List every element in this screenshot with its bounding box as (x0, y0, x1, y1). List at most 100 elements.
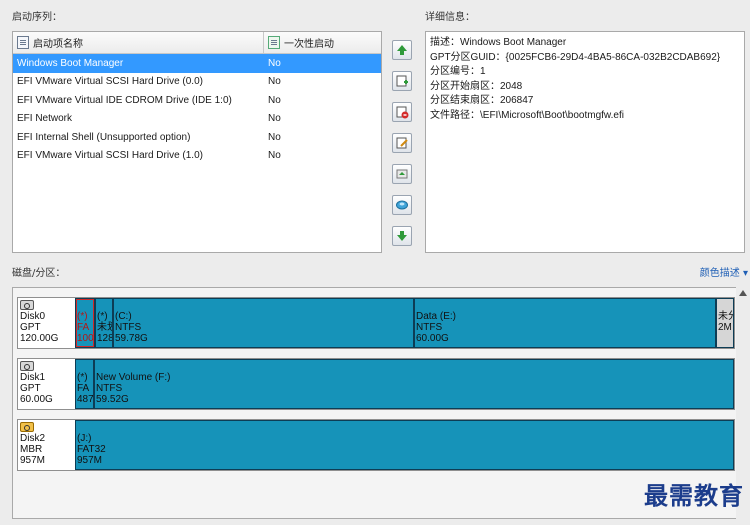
move-up-button[interactable] (392, 40, 412, 60)
partition-block[interactable]: New Volume (F:) NTFS 59.52G (94, 359, 734, 409)
boot-entry-list: 启动项名称 一次性启动 Windows Boot Manager No EFI … (12, 31, 382, 253)
details-section-label: 详细信息： (425, 12, 475, 23)
restore-button[interactable] (392, 195, 412, 215)
partition-size: 2M (718, 322, 732, 333)
column-header-name-label: 启动项名称 (33, 39, 83, 50)
partition-fs: NTFS (416, 322, 443, 333)
boot-entry-name: EFI Internal Shell (Unsupported option) (17, 131, 191, 143)
scroll-up-arrow-icon[interactable] (739, 290, 747, 296)
disk-icon (20, 361, 34, 371)
boot-entry-once: No (268, 76, 281, 88)
disk-row[interactable]: Disk1 GPT 60.00G (*) FA 487 New Volume (… (17, 358, 735, 410)
boot-entry-name: EFI VMware Virtual SCSI Hard Drive (0.0) (17, 76, 203, 88)
disk-label: Disk1 (20, 372, 46, 383)
partition-block[interactable]: (*) FA 487 (75, 359, 94, 409)
partition-name: (*) (77, 311, 88, 322)
delete-entry-button[interactable] (392, 102, 412, 122)
one-time-boot-icon (268, 36, 280, 49)
details-panel: 描述：Windows Boot Manager GPT分区GUID：{0025F… (425, 31, 745, 253)
disk-row[interactable]: Disk2 MBR 957M (J:) FAT32 957M (17, 419, 735, 471)
detail-end-sector: 分区结束扇区：206847 (430, 95, 534, 106)
disk-icon (20, 300, 34, 310)
usb-disk-icon (20, 422, 34, 432)
partition-name: (*) (77, 372, 88, 383)
boot-entry-once: No (268, 94, 281, 106)
partition-block[interactable]: (*) 未划 128 (95, 298, 113, 348)
boot-entry-once: No (268, 131, 281, 143)
boot-entry-once: No (268, 113, 281, 125)
boot-entry-row[interactable]: EFI Internal Shell (Unsupported option) … (13, 128, 381, 147)
disk-section-label: 磁盘/分区： (12, 268, 66, 279)
move-down-button[interactable] (392, 226, 412, 246)
column-header-once[interactable]: 一次性启动 (264, 32, 381, 53)
partition-fs: FA (77, 383, 90, 394)
delete-entry-icon (396, 106, 409, 119)
disk-row[interactable]: Disk0 GPT 120.00G (*) FA 100 (*) 未划 128 … (17, 297, 735, 349)
partition-block[interactable]: Data (E:) NTFS 60.00G (414, 298, 716, 348)
disk-type: MBR (20, 444, 43, 455)
partition-block[interactable]: 未分 2M (716, 298, 734, 348)
boot-entry-once: No (268, 150, 281, 162)
disk-map-panel: Disk0 GPT 120.00G (*) FA 100 (*) 未划 128 … (12, 287, 737, 519)
entry-list-icon (17, 36, 29, 49)
partition-size: 957M (77, 455, 103, 466)
backup-icon (396, 169, 408, 179)
boot-entry-name: Windows Boot Manager (17, 57, 124, 69)
disk-size: 60.00G (20, 394, 53, 405)
partition-name: New Volume (F:) (96, 372, 171, 383)
partition-name: (*) (97, 311, 108, 322)
disk-size: 957M (20, 455, 46, 466)
restore-icon (396, 200, 408, 210)
partition-block[interactable]: (*) FA 100 (75, 298, 95, 348)
disk-size: 120.00G (20, 333, 59, 344)
disk-type: GPT (20, 322, 41, 333)
partition-name: 未分 (718, 311, 733, 322)
add-entry-button[interactable] (392, 71, 412, 91)
partition-size: 487 (77, 394, 94, 405)
boot-list-header: 启动项名称 一次性启动 (13, 32, 381, 54)
move-up-icon (397, 45, 407, 55)
boot-entry-row[interactable]: EFI VMware Virtual SCSI Hard Drive (0.0)… (13, 73, 381, 92)
partition-size: 59.78G (115, 333, 148, 344)
boot-entry-name: EFI Network (17, 113, 73, 125)
partition-size: 128 (97, 333, 113, 344)
backup-button[interactable] (392, 164, 412, 184)
detail-file-path: 文件路径：\EFI\Microsoft\Boot\bootmgfw.efi (430, 109, 624, 121)
partition-fs: FAT32 (77, 444, 106, 455)
partition-name: (J:) (77, 433, 92, 444)
color-legend-link[interactable]: 颜色描述 ▾ (700, 264, 748, 279)
boot-entry-row[interactable]: EFI Network No (13, 110, 381, 129)
boot-entry-row[interactable]: Windows Boot Manager No (13, 54, 381, 73)
boot-entry-once: No (268, 57, 281, 69)
boot-entry-row[interactable]: EFI VMware Virtual SCSI Hard Drive (1.0)… (13, 147, 381, 166)
partition-fs: NTFS (96, 383, 123, 394)
column-header-name[interactable]: 启动项名称 (13, 32, 264, 53)
detail-partition-number: 分区编号：1 (430, 66, 486, 77)
edit-entry-icon (396, 137, 408, 149)
add-entry-icon (396, 75, 408, 87)
partition-name: Data (E:) (416, 311, 457, 322)
detail-gpt-guid: GPT分区GUID：{0025FCB6-29D4-4BA5-86CA-032B2… (430, 51, 721, 63)
partition-block[interactable]: (J:) FAT32 957M (75, 420, 734, 470)
move-down-icon (397, 231, 407, 241)
partition-fs: 未划 (97, 322, 112, 333)
detail-start-sector: 分区开始扇区：2048 (430, 80, 523, 92)
boot-entry-name: EFI VMware Virtual IDE CDROM Drive (IDE … (17, 94, 232, 106)
watermark: 最需教育 (644, 481, 744, 510)
disk-info: Disk2 MBR 957M (18, 420, 75, 470)
partition-size: 59.52G (96, 394, 129, 405)
partition-size: 100 (77, 333, 94, 344)
partition-size: 60.00G (416, 333, 449, 344)
disk-info: Disk0 GPT 120.00G (18, 298, 75, 348)
partition-fs: NTFS (115, 322, 142, 333)
disk-label: Disk0 (20, 311, 46, 322)
boot-entry-row[interactable]: EFI VMware Virtual IDE CDROM Drive (IDE … (13, 91, 381, 110)
boot-entry-name: EFI VMware Virtual SCSI Hard Drive (1.0) (17, 150, 203, 162)
disk-info: Disk1 GPT 60.00G (18, 359, 75, 409)
column-header-once-label: 一次性启动 (284, 39, 334, 50)
boot-order-section-label: 启动序列： (12, 12, 62, 23)
partition-name: (C:) (115, 311, 132, 322)
edit-entry-button[interactable] (392, 133, 412, 153)
disk-type: GPT (20, 383, 41, 394)
partition-block[interactable]: (C:) NTFS 59.78G (113, 298, 414, 348)
